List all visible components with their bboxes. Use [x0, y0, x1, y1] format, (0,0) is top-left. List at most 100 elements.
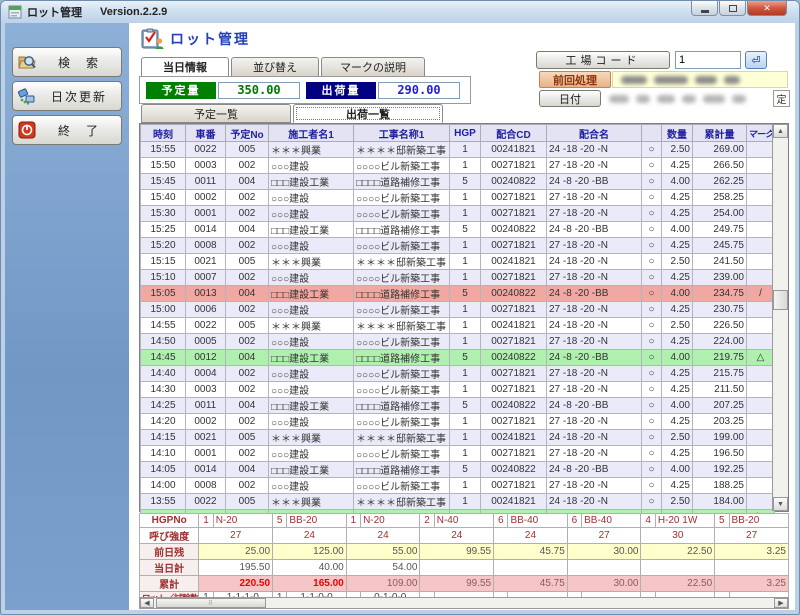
grid-row[interactable]: 14:450012004□□□建設工業□□□□道路補修工事50024082224… — [141, 350, 775, 366]
grid-row[interactable]: 15:300001002○○○建設○○○○ビル新築工事10027182127 -… — [141, 206, 775, 222]
grid-cell: 2.50 — [662, 254, 693, 270]
confirm-button[interactable]: 定 — [773, 90, 790, 107]
grid-cell: 15:05 — [141, 286, 186, 302]
grid-cell: 002 — [226, 302, 269, 318]
titlebar: ロット管理 Version.2.2.9 ✕ — [1, 1, 799, 23]
grid-cell: 0014 — [186, 222, 226, 238]
redacted-text — [621, 76, 647, 84]
grid-row[interactable]: 14:250011004□□□建設工業□□□□道路補修工事50024082224… — [141, 398, 775, 414]
grid-cell — [747, 206, 775, 222]
grid-row[interactable]: 14:100001002○○○建設○○○○ビル新築工事10027182127 -… — [141, 446, 775, 462]
summary-cell: H-20 1W — [655, 514, 714, 528]
grid-cell: ○ — [642, 414, 662, 430]
date-button[interactable]: 日付 — [539, 90, 601, 107]
grid-cell: 254.00 — [693, 206, 747, 222]
grid-row[interactable]: 14:400004002○○○建設○○○○ビル新築工事10027182127 -… — [141, 366, 775, 382]
summary-row-label: 呼び強度 — [140, 527, 199, 543]
scrollbar-thumb[interactable] — [773, 290, 788, 310]
grid-cell: 27 -18 -20 -N — [547, 206, 642, 222]
grid-row[interactable]: 15:250014004□□□建設工業□□□□道路補修工事50024082224… — [141, 222, 775, 238]
grid-cell: 15:50 — [141, 158, 186, 174]
grid-cell: ＊＊＊興業 — [269, 430, 354, 446]
grid-cell: 5 — [450, 350, 481, 366]
grid-cell: 24 -8 -20 -BB — [547, 286, 642, 302]
grid-cell: □□□□道路補修工事 — [354, 462, 450, 478]
exit-button[interactable]: 終 了 — [12, 115, 122, 145]
grid-row[interactable]: 14:500005002○○○建設○○○○ビル新築工事10027182127 -… — [141, 334, 775, 350]
factory-code-button[interactable]: 工場コード — [536, 51, 670, 69]
grid-cell: 184.00 — [693, 494, 747, 510]
grid-cell — [747, 446, 775, 462]
grid-row[interactable]: 15:100007002○○○建設○○○○ビル新築工事10027182127 -… — [141, 270, 775, 286]
grid-cell: 5 — [450, 286, 481, 302]
grid-row[interactable]: 15:200008002○○○建設○○○○ビル新築工事10027182127 -… — [141, 238, 775, 254]
grid-row[interactable]: 14:300003002○○○建設○○○○ビル新築工事10027182127 -… — [141, 382, 775, 398]
summary-cell: 109.00 — [346, 575, 420, 591]
grid-row[interactable]: 15:000006002○○○建設○○○○ビル新築工事10027182127 -… — [141, 302, 775, 318]
grid-row[interactable]: 13:550022005＊＊＊興業＊＊＊＊邸新築工事10024182124 -1… — [141, 494, 775, 510]
summary-sub-cell: 6 — [494, 514, 508, 528]
scroll-down-button[interactable]: ▼ — [773, 497, 788, 511]
tab-today-info[interactable]: 当日情報 — [141, 57, 229, 77]
minimize-button[interactable] — [691, 1, 718, 16]
grid-cell — [747, 302, 775, 318]
grid-row[interactable]: 15:450011004□□□建設工業□□□□道路補修工事50024082224… — [141, 174, 775, 190]
grid-row[interactable]: 14:150021005＊＊＊興業＊＊＊＊邸新築工事10024182124 -1… — [141, 430, 775, 446]
grid-cell: 4.00 — [662, 174, 693, 190]
grid-row[interactable]: 15:500003002○○○建設○○○○ビル新築工事10027182127 -… — [141, 158, 775, 174]
col-time: 時刻 — [141, 125, 186, 142]
grid-cell: ○ — [642, 398, 662, 414]
grid-cell: 1 — [450, 158, 481, 174]
grid-row[interactable]: 15:150021005＊＊＊興業＊＊＊＊邸新築工事10024182124 -1… — [141, 254, 775, 270]
grid-cell: ○ — [642, 446, 662, 462]
tab-schedule-list[interactable]: 予定一覧 — [141, 104, 291, 123]
grid-cell: □□□建設工業 — [269, 222, 354, 238]
grid-cell: ○ — [642, 254, 662, 270]
grid-cell: 1 — [450, 318, 481, 334]
grid-cell: 1 — [450, 382, 481, 398]
grid-cell: 15:00 — [141, 302, 186, 318]
scroll-right-button[interactable]: ▶ — [774, 598, 788, 608]
main-panel: ロット管理 当日情報 並び替え マークの説明 予定量 350.00 出荷量 29… — [129, 23, 795, 610]
page-header: ロット管理 — [141, 28, 250, 50]
close-button[interactable]: ✕ — [747, 1, 787, 16]
grid-cell: 4.25 — [662, 238, 693, 254]
grid-cell: ＊＊＊＊邸新築工事 — [354, 494, 450, 510]
col-hgp: HGP — [450, 125, 481, 142]
grid-row[interactable]: 14:000008002○○○建設○○○○ビル新築工事10027182127 -… — [141, 478, 775, 494]
grid-cell — [747, 414, 775, 430]
tab-mark-legend[interactable]: マークの説明 — [321, 57, 425, 77]
search-button[interactable]: 検 索 — [12, 47, 122, 77]
grid-cell: 00271821 — [481, 382, 547, 398]
scroll-left-button[interactable]: ◀ — [140, 598, 154, 608]
grid-row[interactable]: 15:400002002○○○建設○○○○ビル新築工事10027182127 -… — [141, 190, 775, 206]
factory-code-input[interactable] — [675, 51, 741, 69]
grid-cell: 24 -18 -20 -N — [547, 318, 642, 334]
grid-cell: 234.75 — [693, 286, 747, 302]
summary-table: HGPNo1N-205BB-201N-202N-406BB-406BB-404H… — [139, 513, 789, 605]
summary-cell — [641, 559, 715, 575]
grid-row[interactable]: 14:050014004□□□建設工業□□□□道路補修工事50024082224… — [141, 462, 775, 478]
grid-row[interactable]: 14:200002002○○○建設○○○○ビル新築工事10027182127 -… — [141, 414, 775, 430]
grid-cell: 0022 — [186, 142, 226, 158]
grid-row[interactable]: 15:550022005＊＊＊興業＊＊＊＊邸新築工事10024182124 -1… — [141, 142, 775, 158]
grid-cell: ○ — [642, 142, 662, 158]
grid-cell: 4.00 — [662, 286, 693, 302]
redacted-text — [682, 95, 696, 103]
grid-cell: 002 — [226, 414, 269, 430]
daily-update-button[interactable]: 日次更新 — [12, 81, 122, 111]
redacted-text — [657, 95, 675, 103]
grid-cell — [747, 334, 775, 350]
tab-sort[interactable]: 並び替え — [231, 57, 319, 77]
grid-row[interactable]: 14:550022005＊＊＊興業＊＊＊＊邸新築工事10024182124 -1… — [141, 318, 775, 334]
tab-shipment-list[interactable]: 出荷一覧 — [293, 104, 443, 123]
grid-row[interactable]: 15:050013004□□□建設工業□□□□道路補修工事50024082224… — [141, 286, 775, 302]
grid-cell: 004 — [226, 174, 269, 190]
maximize-button[interactable] — [719, 1, 746, 16]
enter-button[interactable]: ⏎ — [745, 51, 767, 69]
scroll-up-button[interactable]: ▲ — [773, 124, 788, 138]
grid-cell: 2.50 — [662, 430, 693, 446]
h-scrollbar-thumb[interactable]: ⠿ — [156, 598, 266, 608]
daily-update-button-label: 日次更新 — [41, 88, 117, 105]
col-contractor: 施工者名1 — [269, 125, 354, 142]
